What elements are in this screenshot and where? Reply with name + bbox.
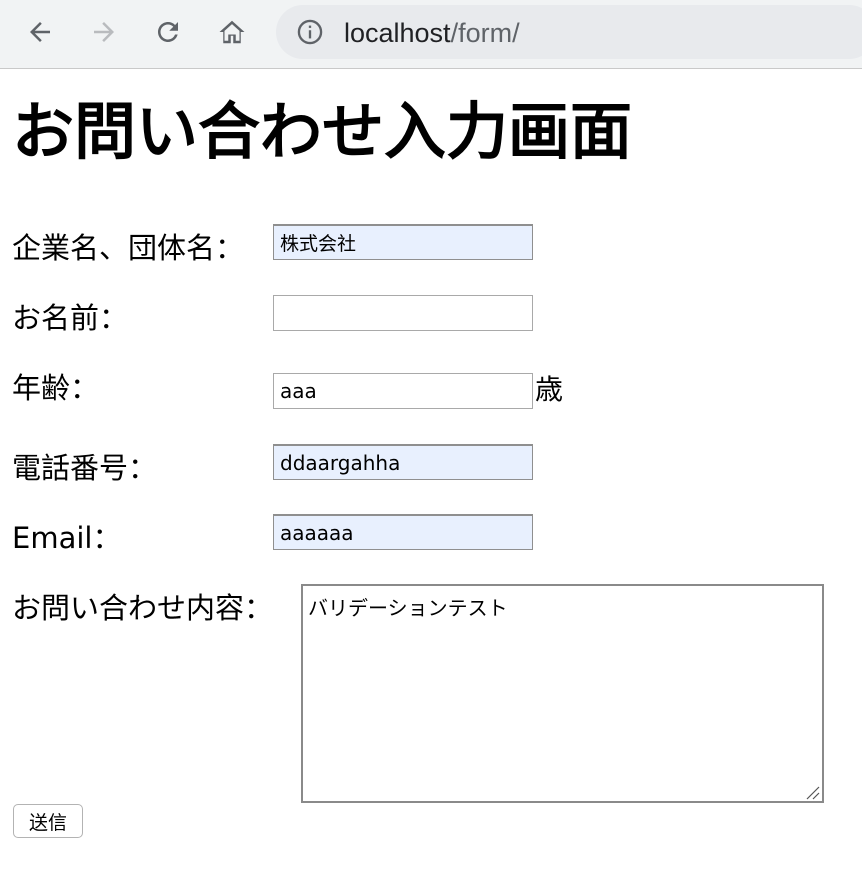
age-field[interactable]: [273, 373, 533, 409]
phone-label: 電話番号：: [12, 451, 158, 485]
age-unit: 歳: [535, 373, 564, 406]
url-text[interactable]: localhost/form/: [344, 18, 520, 48]
info-icon[interactable]: [296, 18, 324, 46]
page-title: お問い合わせ入力画面: [12, 95, 633, 168]
reload-icon: [158, 22, 178, 42]
phone-field[interactable]: [273, 444, 533, 480]
arrow-right-icon: [94, 22, 114, 42]
inquiry-textarea[interactable]: バリデーションテスト: [301, 584, 824, 803]
arrow-left-icon: [30, 22, 50, 42]
resize-grip-icon[interactable]: [806, 786, 820, 800]
email-field[interactable]: [273, 514, 533, 550]
browser-toolbar: localhost/form/: [0, 0, 862, 69]
back-button[interactable]: [22, 14, 58, 50]
submit-button[interactable]: 送信: [13, 804, 83, 838]
url-host: localhost: [344, 18, 451, 48]
email-label: Email：: [12, 521, 122, 555]
forward-button[interactable]: [86, 14, 122, 50]
name-field[interactable]: [273, 295, 533, 331]
company-label: 企業名、団体名：: [12, 231, 245, 265]
home-button[interactable]: [214, 14, 250, 50]
address-bar[interactable]: localhost/form/: [276, 5, 862, 59]
name-label: お名前：: [12, 301, 129, 335]
company-field[interactable]: [273, 224, 533, 260]
url-path: /form/: [450, 18, 520, 48]
reload-button[interactable]: [150, 14, 186, 50]
home-icon: [219, 20, 245, 44]
inquiry-label: お問い合わせ内容：: [12, 591, 274, 625]
age-label: 年齢：: [12, 371, 100, 405]
